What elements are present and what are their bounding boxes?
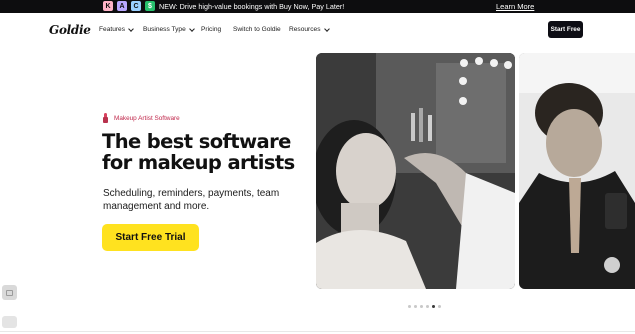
- eyebrow-label: Makeup Artist Software: [114, 114, 180, 122]
- hero-headline: The best software for makeup artists: [102, 131, 302, 173]
- payment-icons: K A C $: [103, 1, 155, 12]
- headline-line-2: for makeup artists: [102, 151, 295, 174]
- hero-photo-makeup-artist: [316, 53, 515, 289]
- start-free-trial-button[interactable]: Start Free Trial: [102, 224, 199, 251]
- nav-item-label: Pricing: [201, 26, 222, 33]
- accessibility-widget-button[interactable]: [2, 285, 17, 300]
- announcement-message: NEW: Drive high-value bookings with Buy …: [159, 2, 345, 11]
- divider: [0, 331, 635, 332]
- headline-line-1: The best software: [102, 130, 291, 153]
- main-nav: Goldie Features Business Type Pricing Sw…: [0, 13, 635, 47]
- learn-more-link[interactable]: Learn More: [496, 1, 534, 12]
- client-scene-illustration: [519, 53, 635, 289]
- nav-item-label: Switch to Goldie: [233, 26, 281, 33]
- announcement-bar: K A C $ NEW: Drive high-value bookings w…: [0, 0, 635, 13]
- side-widget-button[interactable]: [2, 316, 17, 328]
- hero-photo-client: [519, 53, 635, 289]
- lipstick-icon: [103, 113, 108, 123]
- chevron-down-icon: [323, 25, 330, 32]
- carousel-dot[interactable]: [414, 305, 417, 308]
- nav-item-pricing[interactable]: Pricing: [201, 25, 221, 34]
- nav-item-label: Business Type: [143, 26, 186, 33]
- chevron-down-icon: [128, 25, 134, 32]
- klarna-icon: K: [103, 1, 113, 11]
- makeup-scene-illustration: [316, 53, 515, 289]
- hero-eyebrow: Makeup Artist Software: [103, 113, 180, 123]
- carousel-dots: [408, 305, 441, 308]
- carousel-dot[interactable]: [420, 305, 423, 308]
- goldie-logo[interactable]: Goldie: [49, 23, 91, 37]
- affirm-icon: A: [117, 1, 127, 11]
- carousel-dot[interactable]: [438, 305, 441, 308]
- dollar-icon: $: [145, 1, 155, 11]
- nav-item-business-type[interactable]: Business Type: [143, 25, 195, 34]
- nav-item-features[interactable]: Features: [99, 25, 134, 34]
- carousel-dot-active[interactable]: [432, 305, 435, 308]
- hero-subcopy: Scheduling, reminders, payments, team ma…: [103, 188, 280, 212]
- widget-icon: [6, 289, 13, 296]
- cherry-icon: C: [131, 1, 141, 11]
- carousel-dot[interactable]: [408, 305, 411, 308]
- nav-item-switch-to-goldie[interactable]: Switch to Goldie: [233, 25, 281, 34]
- nav-item-label: Features: [99, 26, 126, 33]
- carousel-dot[interactable]: [426, 305, 429, 308]
- nav-item-resources[interactable]: Resources: [289, 25, 330, 34]
- nav-item-label: Resources: [289, 26, 321, 33]
- chevron-down-icon: [188, 25, 195, 32]
- start-free-button[interactable]: Start Free: [548, 21, 583, 38]
